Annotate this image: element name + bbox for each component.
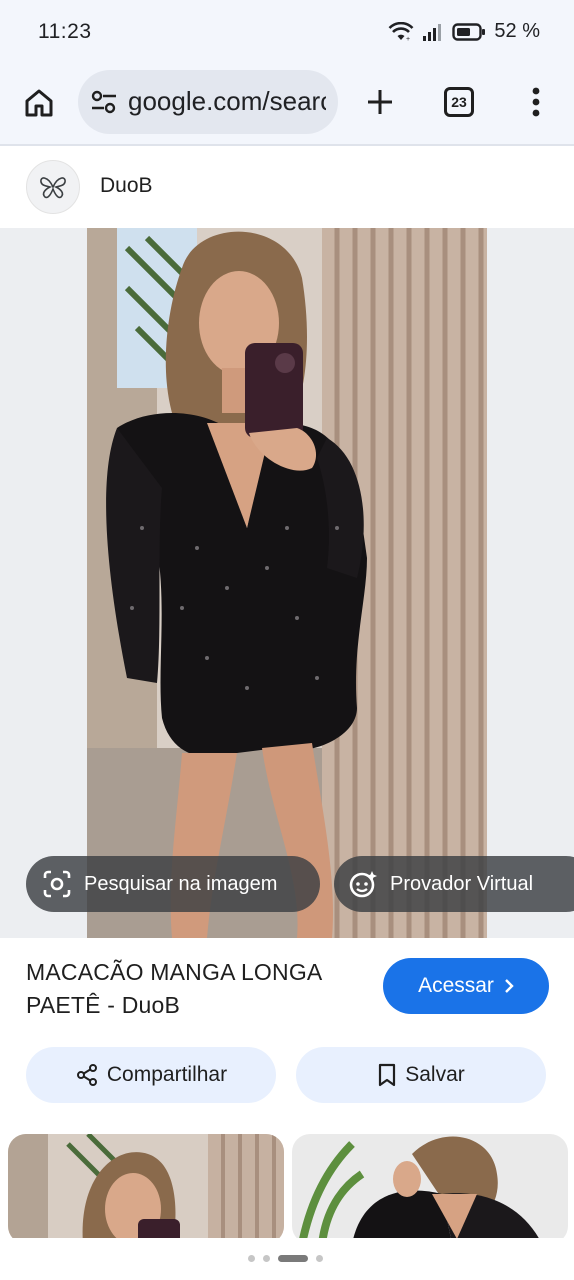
- virtual-try-on-button[interactable]: Provador Virtual: [334, 856, 574, 912]
- indicator-dot: [316, 1255, 323, 1262]
- more-menu-button[interactable]: [522, 84, 550, 120]
- indicator-dot: [248, 1255, 255, 1262]
- status-icons: + 52 %: [388, 20, 540, 43]
- new-tab-button[interactable]: [362, 84, 398, 120]
- indicator-dot: [263, 1255, 270, 1262]
- save-button[interactable]: Salvar: [296, 1047, 546, 1103]
- result-title[interactable]: MACACÃO MANGA LONGA PAETÊ - DuoB: [26, 956, 376, 1022]
- share-label: Compartilhar: [106, 1063, 228, 1086]
- virtual-try-on-label: Provador Virtual: [390, 872, 534, 895]
- tab-count: 23: [451, 94, 467, 110]
- chevron-right-icon: [505, 979, 514, 993]
- related-image[interactable]: [292, 1134, 568, 1238]
- source-header[interactable]: DuoB: [0, 148, 574, 228]
- share-button[interactable]: Compartilhar: [26, 1047, 276, 1103]
- status-time: 11:23: [38, 20, 92, 43]
- signal-icon: [423, 23, 442, 41]
- battery-icon: [452, 22, 486, 41]
- tabs-button[interactable]: 23: [444, 87, 474, 117]
- url-text: google.com/search: [128, 86, 326, 116]
- system-nav-bar: [0, 1238, 574, 1280]
- source-avatar: [26, 160, 80, 214]
- tune-icon[interactable]: [90, 89, 118, 115]
- plus-icon: [368, 90, 392, 114]
- butterfly-logo-icon: [40, 177, 66, 199]
- battery-percent: 52 %: [494, 20, 540, 42]
- bookmark-icon: [379, 1063, 396, 1087]
- search-in-image-button[interactable]: Pesquisar na imagem: [26, 856, 320, 912]
- image-preview: Pesquisar na imagem Provador Virtual: [0, 228, 574, 938]
- try-on-icon: [346, 867, 380, 901]
- lens-icon: [40, 867, 74, 901]
- related-images: [0, 1134, 574, 1238]
- svg-text:+: +: [406, 36, 410, 42]
- share-icon: [76, 1064, 97, 1086]
- browser-toolbar: google.com/search 23: [0, 66, 574, 146]
- search-in-image-label: Pesquisar na imagem: [84, 872, 278, 895]
- save-label: Salvar: [405, 1063, 465, 1086]
- home-button[interactable]: [20, 84, 58, 122]
- source-name: DuoB: [100, 174, 153, 197]
- url-bar[interactable]: google.com/search: [78, 70, 338, 134]
- related-image[interactable]: [8, 1134, 284, 1238]
- home-icon: [25, 89, 53, 117]
- visit-label: Acessar: [418, 974, 494, 997]
- status-bar: 11:23 + 52 %: [0, 0, 574, 66]
- visit-button[interactable]: Acessar: [383, 958, 549, 1014]
- wifi-icon: +: [388, 21, 414, 42]
- product-photo[interactable]: [87, 228, 487, 938]
- indicator-active: [278, 1255, 308, 1262]
- page-indicator: [248, 1255, 323, 1262]
- more-vert-icon: [532, 87, 540, 117]
